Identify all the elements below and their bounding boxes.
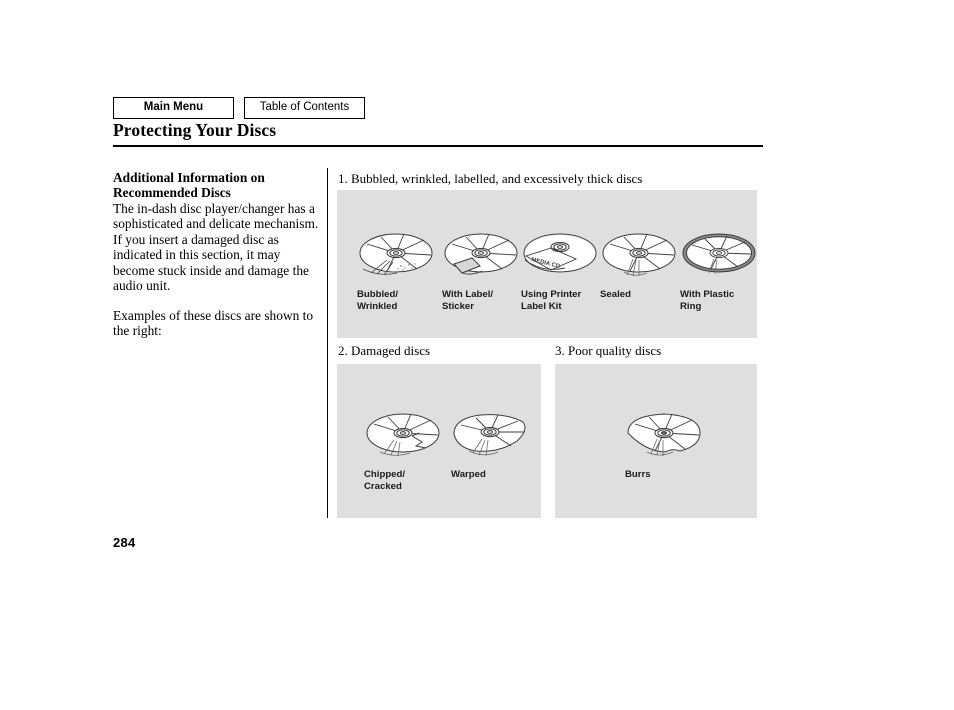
column-divider: [327, 168, 329, 518]
main-menu-button[interactable]: Main Menu: [113, 97, 234, 119]
figure-label: Chipped/ Cracked: [364, 469, 406, 492]
document-nav-bar: Main Menu Table of Contents: [113, 97, 365, 119]
figure-chipped-cracked: Chipped/ Cracked: [364, 408, 442, 493]
disc-chipped-cracked-icon: [366, 413, 440, 457]
figure-bubbled-wrinkled: Bubbled/ Wrinkled: [357, 228, 435, 313]
figure-label: Sealed: [600, 289, 631, 300]
figure-label: Bubbled/ Wrinkled: [357, 289, 399, 312]
disc-bubbled-icon: [359, 233, 433, 276]
left-column-body: The in-dash disc player/changer has a so…: [113, 200, 319, 294]
section-1-heading: 1. Bubbled, wrinkled, labelled, and exce…: [338, 171, 643, 186]
page-title: Protecting Your Discs: [113, 120, 277, 140]
title-divider: [113, 145, 763, 147]
left-text-column: Additional Information on Recommended Di…: [113, 170, 319, 339]
figure-label: Using Printer Label Kit: [521, 289, 582, 312]
left-column-heading: Additional Information on Recommended Di…: [113, 170, 265, 201]
figure-warped: Warped: [451, 408, 529, 481]
section-3-heading: 3. Poor quality discs: [555, 343, 662, 358]
figure-burrs: Burrs: [625, 408, 703, 481]
figure-with-plastic-ring: With Plastic Ring: [680, 228, 758, 313]
figure-label: With Plastic Ring: [680, 289, 735, 312]
disc-warped-icon: [453, 414, 526, 457]
disc-printer-label-icon: MEDIA CD: [523, 233, 597, 273]
disc-plastic-ring-icon: [682, 233, 756, 275]
figure-label: Burrs: [625, 469, 651, 480]
disc-sealed-icon: [602, 233, 676, 277]
figure-with-label-sticker: With Label/ Sticker: [442, 228, 520, 313]
disc-label-sticker-icon: [444, 233, 518, 275]
figure-label: Warped: [451, 469, 486, 480]
table-of-contents-button[interactable]: Table of Contents: [244, 97, 365, 119]
left-column-note: Examples of these discs are shown to the…: [113, 307, 314, 339]
figure-sealed: Sealed: [600, 228, 678, 301]
page-number: 284: [113, 535, 136, 550]
disc-burrs-icon: [627, 413, 701, 456]
figure-label: With Label/ Sticker: [442, 289, 494, 312]
section-2-heading: 2. Damaged discs: [338, 343, 431, 358]
figure-using-printer-label-kit: MEDIA CD Using Printer Label Kit: [521, 228, 599, 313]
